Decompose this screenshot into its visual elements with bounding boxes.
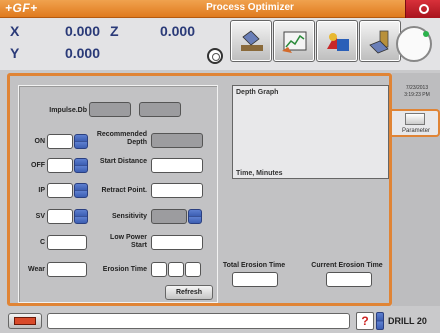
impulse-field-1[interactable] <box>89 102 131 117</box>
recommended-depth-label: Recommended Depth <box>96 131 147 146</box>
off-field[interactable] <box>47 158 73 173</box>
tab-parameter-label: Parameter <box>401 128 430 134</box>
erosion-time-hours[interactable] <box>151 262 167 277</box>
y-axis-label: Y <box>10 45 20 61</box>
probe-tool-button[interactable] <box>230 20 272 62</box>
c-label: C <box>39 239 45 246</box>
total-erosion-time-label: Total Erosion Time <box>222 262 286 269</box>
impulse-label: Impulse.Db <box>49 107 87 114</box>
ip-label: IP <box>38 187 45 194</box>
on-label: ON <box>34 138 46 145</box>
on-field[interactable] <box>47 134 73 149</box>
erosion-time-label: Erosion Time <box>102 266 147 273</box>
brand-logo: +GF+ <box>5 1 38 15</box>
sensitivity-field[interactable] <box>151 209 187 224</box>
coordinate-panel: X 0.000 Y 0.000 Z 0.000 <box>0 18 440 70</box>
time-text: 3:19:23 PM <box>404 92 430 98</box>
x-axis-value: 0.000 <box>64 23 100 39</box>
erosion-time-seconds[interactable] <box>185 262 201 277</box>
start-distance-field[interactable] <box>151 158 203 173</box>
retract-point-field[interactable] <box>151 183 203 198</box>
z-axis-label: Z <box>110 23 119 39</box>
y-axis-value: 0.000 <box>64 45 100 61</box>
parameter-icon <box>405 113 425 125</box>
depth-graph: Depth Graph Time, Minutes <box>232 85 389 179</box>
off-spinner[interactable] <box>74 158 88 173</box>
tab-parameter[interactable]: Parameter <box>392 109 440 137</box>
refresh-button[interactable]: Refresh <box>165 285 213 300</box>
cycle-dial[interactable] <box>396 26 432 62</box>
depth-graph-xlabel: Time, Minutes <box>236 170 283 177</box>
off-label: OFF <box>31 162 45 169</box>
shapes-tool-icon <box>327 33 349 51</box>
electrode-tool-button[interactable] <box>359 20 401 62</box>
ip-field[interactable] <box>47 183 73 198</box>
low-power-start-label: Low Power Start <box>110 234 147 249</box>
current-erosion-time-label: Current Erosion Time <box>311 262 383 269</box>
clock-display: 7/23/2013 3:19:23 PM <box>396 85 438 99</box>
depth-graph-title: Depth Graph <box>236 89 279 96</box>
current-erosion-time-field <box>326 272 372 287</box>
sv-spinner[interactable] <box>74 209 88 224</box>
probe-tool-icon <box>241 30 263 51</box>
ip-spinner[interactable] <box>74 183 88 198</box>
machine-status-button[interactable] <box>8 313 42 329</box>
impulse-field-2[interactable] <box>139 102 181 117</box>
retract-point-label: Retract Point. <box>101 187 147 194</box>
x-axis-label: X <box>10 23 20 39</box>
total-erosion-time-field <box>232 272 278 287</box>
shapes-tool-button[interactable] <box>316 20 358 62</box>
status-led <box>423 31 429 37</box>
power-icon <box>419 4 429 14</box>
right-sidebar: 7/23/2013 3:19:23 PM Parameter <box>392 73 440 306</box>
date-text: 7/23/2013 <box>405 85 429 91</box>
machine-status-icon <box>14 317 36 325</box>
target-circle-button[interactable] <box>207 48 223 64</box>
low-power-start-field[interactable] <box>151 235 203 250</box>
erosion-time-minutes[interactable] <box>168 262 184 277</box>
recommended-depth-field <box>151 133 203 148</box>
mode-label: DRILL 20 <box>388 316 427 326</box>
wear-field[interactable] <box>47 262 87 277</box>
sensitivity-label: Sensitivity <box>111 213 147 220</box>
sv-label: SV <box>35 213 45 220</box>
z-axis-value: 0.000 <box>159 23 195 39</box>
graph-tool-icon <box>282 31 307 53</box>
power-button[interactable] <box>405 0 440 18</box>
parameter-form: Impulse.Db ON OFF IP SV C Wear Recommend… <box>18 85 218 303</box>
graph-tool-button[interactable] <box>273 20 315 62</box>
help-button[interactable]: ? <box>356 312 374 330</box>
wear-label: Wear <box>28 266 45 273</box>
start-distance-label: Start Distance <box>99 158 147 165</box>
app-title: Process Optimizer <box>206 2 294 13</box>
electrode-tool-icon <box>369 30 389 54</box>
c-field[interactable] <box>47 235 87 250</box>
status-bar: ? DRILL 20 <box>0 309 440 333</box>
message-field <box>47 313 350 329</box>
mode-spinner[interactable] <box>376 312 384 330</box>
sensitivity-spinner[interactable] <box>188 209 202 224</box>
title-bar: +GF+ Process Optimizer <box>0 0 440 18</box>
parameter-panel: Impulse.Db ON OFF IP SV C Wear Recommend… <box>7 73 392 306</box>
sv-field[interactable] <box>47 209 73 224</box>
on-spinner[interactable] <box>74 134 88 149</box>
